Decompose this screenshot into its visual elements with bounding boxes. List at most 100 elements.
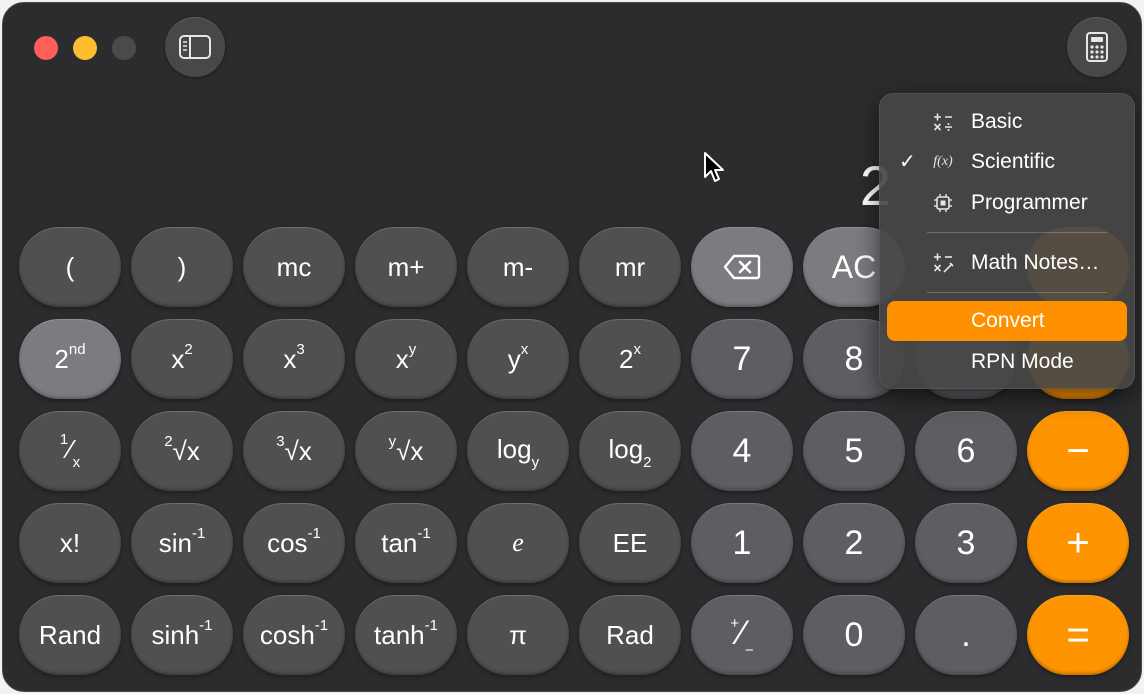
euler-constant-key[interactable]: e <box>467 503 569 583</box>
y-root-key[interactable]: y√x <box>355 411 457 491</box>
close-paren-key[interactable]: ) <box>131 227 233 307</box>
key-base: log <box>608 433 644 464</box>
key-superscript: y <box>388 432 397 450</box>
sign-toggle-key[interactable]: +⁄− <box>691 595 793 675</box>
menu-separator <box>927 292 1107 293</box>
two-power-x-key[interactable]: 2x <box>579 319 681 399</box>
math-notes-icon <box>931 251 955 275</box>
key-label: x3 <box>283 341 304 375</box>
menu-item-programmer[interactable]: Programmer <box>887 183 1127 223</box>
key-label: tan-1 <box>381 524 431 559</box>
digit-4-key[interactable]: 4 <box>691 411 793 491</box>
key-superscript: nd <box>68 340 86 358</box>
digit-2-key[interactable]: 2 <box>803 503 905 583</box>
key-base: log <box>496 433 532 464</box>
arcsin-key[interactable]: sin-1 <box>131 503 233 583</box>
key-label: − <box>1066 428 1090 473</box>
key-label: tanh-1 <box>374 617 438 651</box>
key-label: Rad <box>606 619 654 650</box>
exponent-key[interactable]: EE <box>579 503 681 583</box>
key-label: ) <box>177 251 187 282</box>
key-label: AC <box>831 248 877 285</box>
square-root-key[interactable]: 2√x <box>131 411 233 491</box>
memory-add-key[interactable]: m+ <box>355 227 457 307</box>
backspace-key[interactable] <box>691 227 793 307</box>
key-base: x <box>410 435 424 466</box>
key-label: 5 <box>844 431 864 470</box>
key-superscript: -1 <box>417 524 431 542</box>
key-label: mc <box>276 251 312 282</box>
digit-0-key[interactable]: 0 <box>803 595 905 675</box>
key-superscript: 2 <box>184 340 193 358</box>
zoom-window-button[interactable] <box>112 36 136 60</box>
key-label: EE <box>612 527 648 558</box>
key-label: 1 <box>732 523 752 562</box>
key-label: x2 <box>171 340 193 375</box>
memory-subtract-key[interactable]: m- <box>467 227 569 307</box>
key-base: tan <box>381 527 418 558</box>
minimize-window-button[interactable] <box>73 36 97 60</box>
sidebar-icon <box>179 35 211 59</box>
calculator-window: 2 ( ) mc m+ m- mr AC 2nd x2 x3 xy yx 2x … <box>2 2 1142 692</box>
cube-key[interactable]: x3 <box>243 319 345 399</box>
key-label: 8 <box>844 339 864 378</box>
calculator-mode-button[interactable] <box>1067 17 1127 77</box>
key-superscript: 1 <box>59 431 69 449</box>
equals-key[interactable]: = <box>1027 595 1129 675</box>
arctanh-key[interactable]: tanh-1 <box>355 595 457 675</box>
digit-7-key[interactable]: 7 <box>691 319 793 399</box>
menu-item-rpn-mode[interactable]: RPN Mode <box>887 342 1127 382</box>
square-key[interactable]: x2 <box>131 319 233 399</box>
random-key[interactable]: Rand <box>19 595 121 675</box>
log-2-key[interactable]: log2 <box>579 411 681 491</box>
factorial-key[interactable]: x! <box>19 503 121 583</box>
digit-3-key[interactable]: 3 <box>915 503 1017 583</box>
key-base: x <box>298 435 312 466</box>
reciprocal-key[interactable]: 1⁄x <box>19 411 121 491</box>
pi-key[interactable]: π <box>467 595 569 675</box>
menu-item-math-notes[interactable]: Math Notes… <box>887 243 1127 283</box>
digit-6-key[interactable]: 6 <box>915 411 1017 491</box>
arccos-key[interactable]: cos-1 <box>243 503 345 583</box>
key-label: . <box>961 615 971 654</box>
close-window-button[interactable] <box>34 36 58 60</box>
key-superscript: y <box>408 340 417 358</box>
chip-icon <box>931 191 955 215</box>
key-label: 2x <box>619 341 641 375</box>
decimal-point-key[interactable]: . <box>915 595 1017 675</box>
key-base: x <box>395 343 409 374</box>
function-icon: f(x) <box>933 154 953 169</box>
key-label: +⁄− <box>730 614 754 659</box>
key-radical: √ <box>284 435 299 466</box>
key-label: 2 <box>844 523 864 562</box>
key-superscript: 3 <box>276 432 285 450</box>
log-y-key[interactable]: logy <box>467 411 569 491</box>
y-power-x-key[interactable]: yx <box>467 319 569 399</box>
menu-item-scientific[interactable]: ✓ f(x) Scientific <box>887 142 1127 182</box>
subtract-key[interactable]: − <box>1027 411 1129 491</box>
digit-5-key[interactable]: 5 <box>803 411 905 491</box>
memory-recall-key[interactable]: mr <box>579 227 681 307</box>
key-label: + <box>1066 520 1090 565</box>
digit-1-key[interactable]: 1 <box>691 503 793 583</box>
arcsinh-key[interactable]: sinh-1 <box>131 595 233 675</box>
key-label: m- <box>502 251 534 282</box>
add-key[interactable]: + <box>1027 503 1129 583</box>
sidebar-toggle-button[interactable] <box>165 17 225 77</box>
key-label: 3 <box>956 523 976 562</box>
key-label: 6 <box>956 431 976 470</box>
key-label: sinh-1 <box>151 617 212 651</box>
cube-root-key[interactable]: 3√x <box>243 411 345 491</box>
arctan-key[interactable]: tan-1 <box>355 503 457 583</box>
key-superscript: -1 <box>191 524 206 542</box>
open-paren-key[interactable]: ( <box>19 227 121 307</box>
basic-ops-icon <box>931 110 955 134</box>
key-label: ( <box>65 251 75 282</box>
x-power-y-key[interactable]: xy <box>355 319 457 399</box>
arccosh-key[interactable]: cosh-1 <box>243 595 345 675</box>
menu-item-basic[interactable]: Basic <box>887 102 1127 142</box>
memory-clear-key[interactable]: mc <box>243 227 345 307</box>
second-function-key[interactable]: 2nd <box>19 319 121 399</box>
radians-key[interactable]: Rad <box>579 595 681 675</box>
menu-item-convert[interactable]: Convert <box>887 301 1127 341</box>
